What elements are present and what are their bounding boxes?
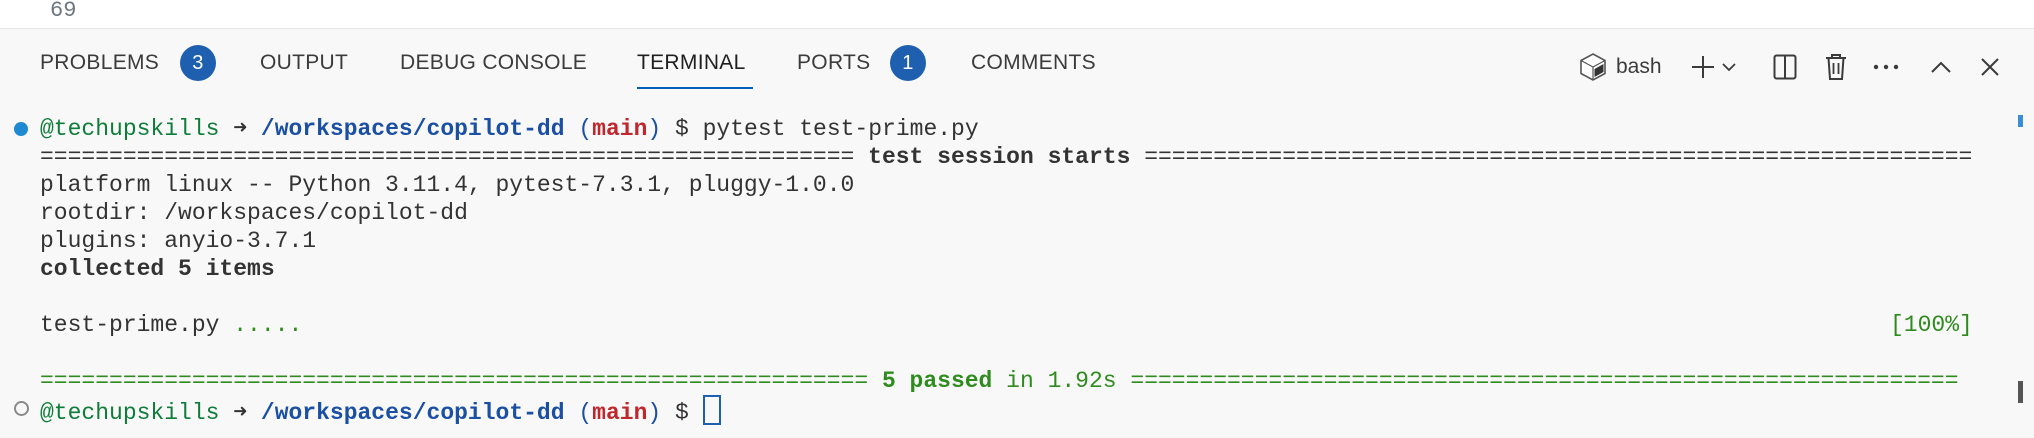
prompt-path: /workspaces/copilot-dd: [260, 400, 565, 426]
kill-terminal-button[interactable]: [1821, 47, 1851, 87]
prompt-line: @techupskills ➜ /workspaces/copilot-dd (…: [40, 395, 721, 426]
tab-debug-console[interactable]: DEBUG CONSOLE: [400, 51, 587, 95]
trash-icon: [1824, 53, 1848, 81]
prompt-branch-close: ): [647, 400, 662, 426]
summary-line: ========================================…: [40, 367, 1959, 395]
problems-count-badge: 3: [180, 45, 216, 81]
prompt-user: @techupskills: [40, 116, 220, 142]
tab-terminal[interactable]: TERMINAL: [637, 51, 753, 95]
prompt-arrow: ➜: [219, 116, 261, 142]
prompt-branch: main: [592, 400, 648, 426]
new-terminal-button[interactable]: [1688, 47, 1718, 87]
prompt-symbol: $: [661, 116, 703, 142]
bash-shell-icon: [1578, 52, 1608, 82]
test-file: test-prime.py: [40, 312, 234, 338]
terminal-cursor[interactable]: [702, 395, 721, 425]
prompt-arrow: ➜: [219, 400, 261, 426]
tab-label: OUTPUT: [260, 51, 349, 74]
prompt-user: @techupskills: [40, 400, 220, 426]
test-progress-percent: [100%]: [1890, 312, 1973, 338]
rootdir-line: rootdir: /workspaces/copilot-dd: [40, 200, 468, 226]
split-terminal-button[interactable]: [1770, 47, 1800, 87]
duration: in 1.92s: [992, 368, 1131, 394]
ellipsis-icon: [1873, 63, 1899, 71]
launch-profile-dropdown[interactable]: [1718, 47, 1740, 87]
prompt-path: /workspaces/copilot-dd: [260, 116, 565, 142]
session-title: test session starts: [868, 144, 1131, 170]
tab-output[interactable]: OUTPUT: [260, 51, 348, 95]
close-icon: [1980, 57, 2000, 77]
close-panel-button[interactable]: [1975, 47, 2005, 87]
passed-count: 5 passed: [881, 368, 993, 394]
plus-icon: [1690, 54, 1716, 80]
test-dots: .....: [233, 312, 303, 338]
prompt-branch-close: ): [647, 116, 662, 142]
separator-left: ========================================…: [40, 368, 882, 394]
session-header-line: ========================================…: [40, 143, 1972, 171]
plugins-line: plugins: anyio-3.7.1: [40, 228, 317, 254]
scrollbar-thumb[interactable]: [2018, 381, 2023, 403]
chevron-up-icon: [1930, 60, 1952, 74]
test-result-line: test-prime.py .....: [40, 311, 302, 339]
chevron-down-icon: [1721, 61, 1737, 73]
separator-right: ========================================…: [1130, 368, 1959, 394]
maximize-panel-button[interactable]: [1926, 47, 1956, 87]
shell-label: bash: [1616, 55, 1662, 78]
command-success-decoration[interactable]: [14, 122, 28, 136]
panel-header: PROBLEMS 3 OUTPUT DEBUG CONSOLE TERMINAL…: [0, 29, 2034, 101]
ports-count-badge: 1: [890, 45, 926, 81]
command-text: pytest test-prime.py: [702, 116, 979, 142]
tab-label: TERMINAL: [637, 51, 746, 74]
terminal-output[interactable]: @techupskills ➜ /workspaces/copilot-dd (…: [0, 101, 2034, 438]
prompt-branch: main: [592, 116, 648, 142]
prompt-branch-open: (: [564, 116, 593, 142]
scrollbar-marker[interactable]: [2018, 115, 2023, 127]
tab-label: DEBUG CONSOLE: [400, 51, 588, 74]
active-tab-indicator: [637, 87, 753, 89]
tab-comments[interactable]: COMMENTS: [971, 51, 1096, 95]
tab-problems[interactable]: PROBLEMS 3: [40, 45, 216, 95]
prompt-line: @techupskills ➜ /workspaces/copilot-dd (…: [40, 115, 979, 143]
tab-ports[interactable]: PORTS 1: [797, 45, 926, 95]
prompt-branch-open: (: [564, 400, 593, 426]
separator-left: ========================================…: [40, 144, 869, 170]
tab-label: PORTS: [797, 51, 871, 74]
separator-right: ========================================…: [1130, 144, 1973, 170]
more-actions-button[interactable]: [1871, 47, 1901, 87]
terminal-profile-button[interactable]: bash: [1578, 47, 1662, 87]
tab-label: PROBLEMS: [40, 51, 160, 74]
command-pending-decoration[interactable]: [14, 401, 29, 416]
line-number: 69: [50, 0, 77, 23]
prompt-symbol: $: [661, 400, 703, 426]
platform-line: platform linux -- Python 3.11.4, pytest-…: [40, 172, 855, 198]
editor-area: 69: [0, 0, 2034, 29]
tab-label: COMMENTS: [971, 51, 1096, 74]
split-terminal-icon: [1773, 54, 1797, 80]
collected-line: collected 5 items: [40, 256, 275, 282]
